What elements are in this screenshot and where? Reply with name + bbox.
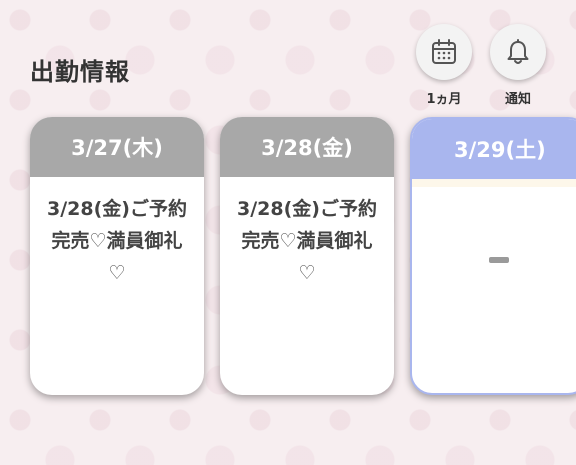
no-schedule-dash <box>489 257 509 263</box>
card-message: 3/28(金)ご予約 完売♡満員御礼 ♡ <box>30 177 204 289</box>
card-date: 3/28(金) <box>220 117 394 177</box>
notification-button[interactable] <box>490 24 546 80</box>
card-message: 3/28(金)ご予約 完売♡満員御礼 ♡ <box>220 177 394 289</box>
schedule-card[interactable]: 3/27(木) 3/28(金)ご予約 完売♡満員御礼 ♡ <box>30 117 204 395</box>
card-message-line: 3/28(金)ご予約 <box>237 198 377 220</box>
month-view-button[interactable] <box>416 24 472 80</box>
card-message-line: ♡ <box>108 262 126 284</box>
card-message-line: 完売♡満員御礼 <box>51 230 183 252</box>
calendar-icon <box>432 39 456 64</box>
card-divider <box>412 179 576 187</box>
schedule-card[interactable]: 3/28(金) 3/28(金)ご予約 完売♡満員御礼 ♡ <box>220 117 394 395</box>
card-message-line: 完売♡満員御礼 <box>241 230 373 252</box>
schedule-panel: 出勤情報 1ヵ月 通知 3/27(木) 3/28(金)ご予約 完売♡満員御礼 ♡ <box>0 0 576 465</box>
month-view-label: 1ヵ月 <box>426 92 462 107</box>
notification-label: 通知 <box>504 92 531 107</box>
card-message-line: ♡ <box>298 262 316 284</box>
card-message-line: 3/28(金)ご予約 <box>47 198 187 220</box>
card-date: 3/27(木) <box>30 117 204 177</box>
card-date: 3/29(土) <box>412 119 576 179</box>
page-title: 出勤情報 <box>30 58 130 86</box>
schedule-card-today[interactable]: 3/29(土) - <box>410 117 576 395</box>
bell-icon <box>507 39 529 64</box>
